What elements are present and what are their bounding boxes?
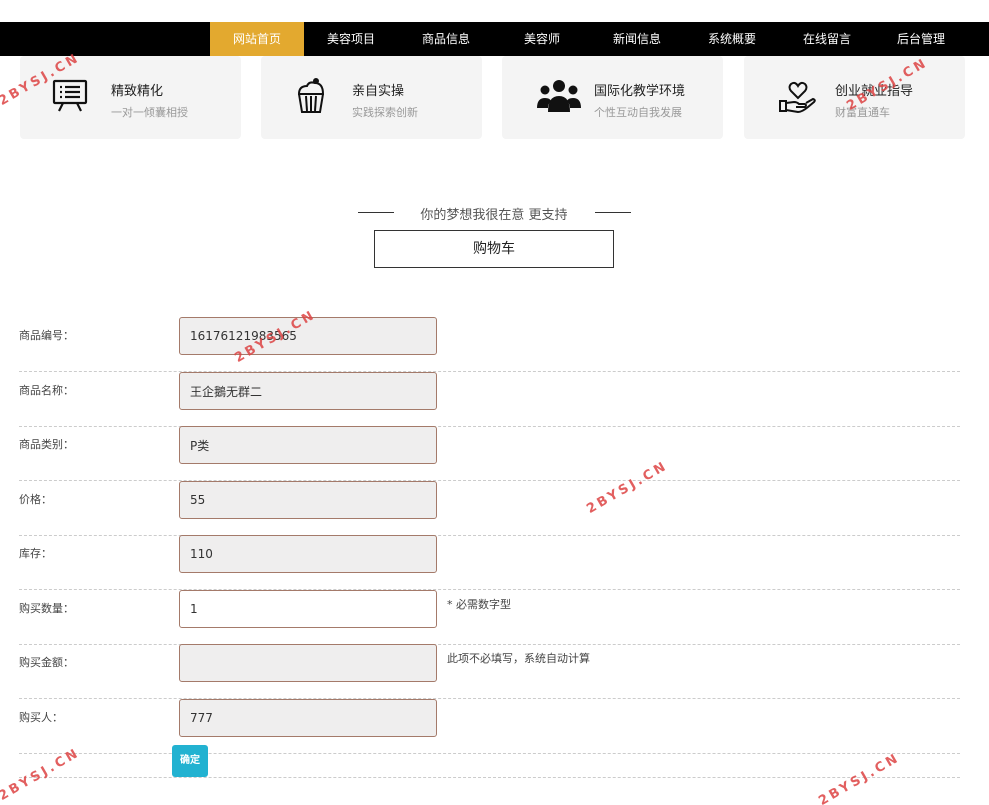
feature-card-career: 创业就业指导 财富直通车 <box>744 56 965 139</box>
top-navigation-bar: 网站首页 美容项目 商品信息 美容师 新闻信息 系统概要 在线留言 后台管理 <box>0 22 989 56</box>
slogan-right-divider <box>595 212 631 213</box>
nav-item-beauty-projects[interactable]: 美容项目 <box>304 22 398 56</box>
stock-input[interactable] <box>179 535 437 573</box>
confirm-button[interactable]: 确定 <box>172 745 208 777</box>
form-row-quantity: 购买数量： * 必需数字型 <box>19 590 960 645</box>
nav-item-home[interactable]: 网站首页 <box>210 22 304 56</box>
feature-subtitle: 财富直通车 <box>835 106 890 119</box>
product-id-label: 商品编号： <box>19 329 74 342</box>
feature-title: 亲自实操 <box>352 84 405 99</box>
form-row-product-category: 商品类别： <box>19 426 960 481</box>
quantity-label: 购买数量： <box>19 602 74 615</box>
feature-title: 国际化教学环境 <box>594 84 686 99</box>
cupcake-icon <box>291 76 331 116</box>
presentation-board-icon <box>50 76 90 116</box>
form-row-submit: 确定 <box>19 745 960 778</box>
nav-item-news[interactable]: 新闻信息 <box>590 22 684 56</box>
amount-input[interactable] <box>179 644 437 682</box>
product-category-label: 商品类别： <box>19 438 74 451</box>
form-row-product-name: 商品名称： <box>19 372 960 427</box>
quantity-input[interactable] <box>179 590 437 628</box>
feature-subtitle: 实践探索创新 <box>352 106 418 119</box>
feature-subtitle: 一对一倾囊相授 <box>111 106 188 119</box>
feature-card-international: 国际化教学环境 个性互动自我发展 <box>502 56 723 139</box>
nav-item-admin[interactable]: 后台管理 <box>874 22 968 56</box>
feature-card-hands-on: 亲自实操 实践探索创新 <box>261 56 482 139</box>
feature-card-refined: 精致精化 一对一倾囊相授 <box>20 56 241 139</box>
amount-hint: 此项不必填写，系统自动计算 <box>447 652 590 665</box>
product-id-input[interactable] <box>179 317 437 355</box>
form-row-stock: 库存： <box>19 535 960 590</box>
nav-item-system-overview[interactable]: 系统概要 <box>684 22 780 56</box>
page-title: 购物车 <box>374 230 614 268</box>
form-row-amount: 购买金额： 此项不必填写，系统自动计算 <box>19 644 960 699</box>
price-input[interactable] <box>179 481 437 519</box>
feature-subtitle: 个性互动自我发展 <box>594 106 682 119</box>
product-name-input[interactable] <box>179 372 437 410</box>
feature-title: 精致精化 <box>111 84 164 99</box>
people-group-icon <box>536 76 582 116</box>
quantity-hint: * 必需数字型 <box>447 598 511 611</box>
amount-label: 购买金额： <box>19 656 74 669</box>
price-label: 价格： <box>19 493 52 506</box>
slogan-left-divider <box>358 212 394 213</box>
form-row-price: 价格： <box>19 481 960 536</box>
nav-item-beauticians[interactable]: 美容师 <box>494 22 590 56</box>
slogan-text: 你的梦想我很在意 更支持 <box>420 208 568 223</box>
heart-in-hand-icon <box>778 76 818 116</box>
form-row-product-id: 商品编号： <box>19 317 960 372</box>
product-category-input[interactable] <box>179 426 437 464</box>
stock-label: 库存： <box>19 547 52 560</box>
nav-item-products[interactable]: 商品信息 <box>398 22 494 56</box>
product-name-label: 商品名称： <box>19 384 74 397</box>
feature-title: 创业就业指导 <box>835 84 914 99</box>
buyer-input[interactable] <box>179 699 437 737</box>
nav-item-messages[interactable]: 在线留言 <box>780 22 874 56</box>
